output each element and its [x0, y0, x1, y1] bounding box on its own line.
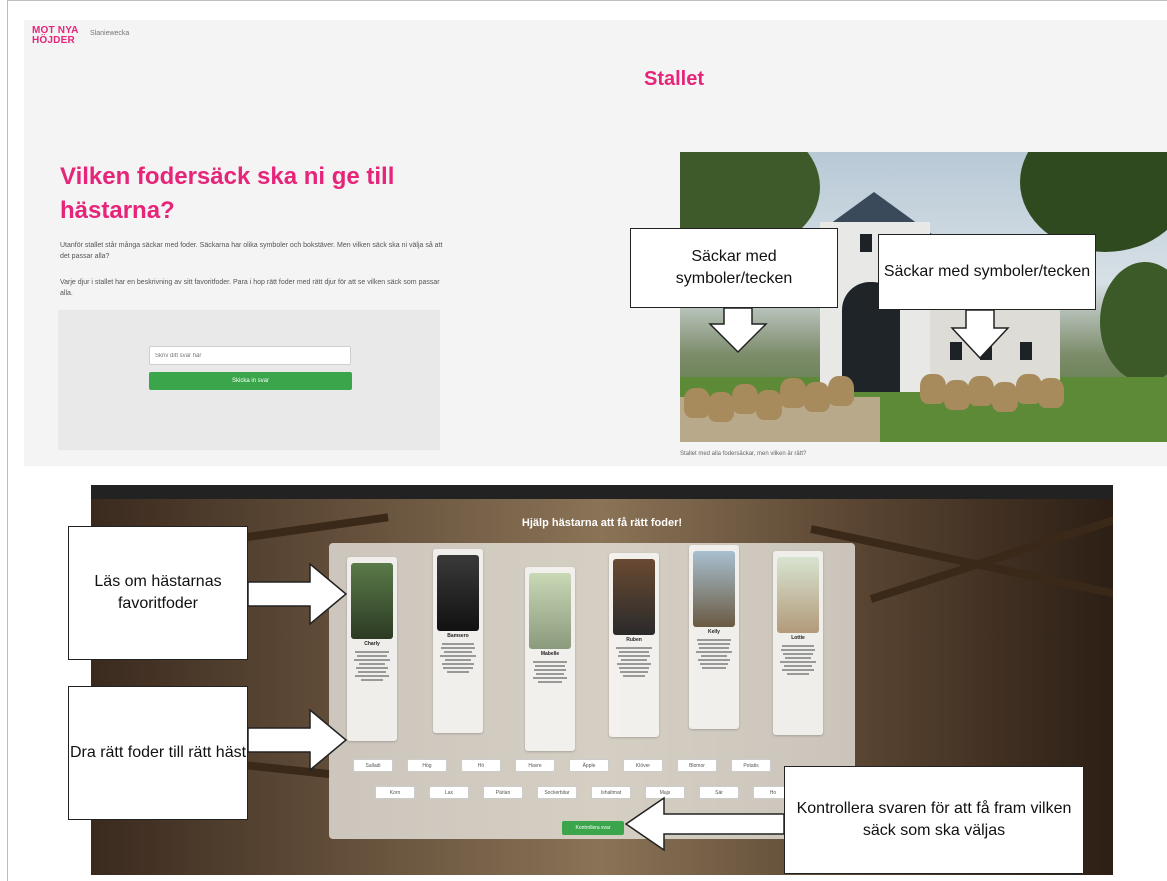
callout-sacks-left: Säckar med symboler/tecken — [630, 228, 838, 308]
sack — [684, 388, 710, 418]
horse-name: Charly — [364, 641, 380, 647]
intro-paragraph-1: Utanför stallet står många säckar med fo… — [60, 242, 443, 260]
submit-answer-button[interactable]: Skicka in svar — [149, 372, 352, 390]
arrow-right-icon — [247, 562, 348, 626]
callout-check-answers: Kontrollera svaren för att få fram vilke… — [784, 766, 1084, 874]
headline: Vilken fodersäck ska ni ge till hästarna… — [60, 163, 395, 224]
horse-description — [695, 637, 733, 671]
food-item[interactable]: Sockerbitar — [537, 786, 577, 799]
sack — [732, 384, 758, 414]
horse-name: Mabelle — [540, 651, 560, 657]
page-title: Stallet — [644, 68, 705, 90]
arrow-right-icon — [247, 708, 348, 772]
arrow-left-icon — [624, 796, 785, 852]
check-answers-button[interactable]: Kontrollera svar — [562, 821, 624, 835]
sack — [756, 390, 782, 420]
food-item[interactable]: Pärlan — [483, 786, 523, 799]
horse-image — [613, 559, 655, 635]
horse-name: Ruben — [626, 637, 642, 643]
game-panel: Charly Bamsero Mabelle Ruben Kelly Lotti… — [329, 543, 855, 839]
food-item[interactable]: Korn — [375, 786, 415, 799]
intro-paragraph-2: Varje djur i stallet har en beskrivning … — [60, 279, 440, 297]
horse-description — [531, 659, 569, 685]
horse-image — [437, 555, 479, 631]
barn-window — [1020, 342, 1032, 360]
food-item[interactable]: Lax — [429, 786, 469, 799]
horse-description — [439, 641, 477, 675]
horse-card[interactable]: Lottie — [773, 551, 823, 735]
horse-name: Bamsero — [447, 633, 469, 639]
barn-window — [860, 234, 872, 252]
arrow-down-icon — [708, 307, 768, 354]
horse-card[interactable]: Kelly — [689, 545, 739, 729]
food-item[interactable]: Klöver — [623, 759, 663, 772]
answer-form: Skicka in svar — [58, 310, 440, 450]
callout-read-horses: Läs om hästarnas favoritfoder — [68, 526, 248, 660]
horse-image — [351, 563, 393, 639]
horse-description — [779, 643, 817, 677]
food-item[interactable]: Havre — [515, 759, 555, 772]
game-topbar — [91, 485, 1113, 499]
horse-card[interactable]: Charly — [347, 557, 397, 741]
sack — [828, 376, 854, 406]
horse-description — [615, 645, 653, 679]
callout-drag-food: Dra rätt foder till rätt häst — [68, 686, 248, 820]
sack — [968, 376, 994, 406]
horse-image — [777, 557, 819, 633]
horse-name: Lottie — [791, 635, 805, 641]
sack — [920, 374, 946, 404]
horse-name: Kelly — [708, 629, 720, 635]
food-item[interactable]: Potatis — [731, 759, 771, 772]
horse-card[interactable]: Mabelle — [525, 567, 575, 751]
food-item[interactable]: Hög — [407, 759, 447, 772]
sack — [780, 378, 806, 408]
horse-image — [529, 573, 571, 649]
sack — [1038, 378, 1064, 408]
horse-card[interactable]: Bamsero — [433, 549, 483, 733]
callout-sacks-right: Säckar med symboler/tecken — [878, 234, 1096, 310]
sack — [708, 392, 734, 422]
nav-link[interactable]: Slaniewecka — [90, 30, 129, 37]
image-caption: Stallet med alla fodersäckar, men vilken… — [680, 451, 807, 457]
answer-input[interactable] — [149, 346, 351, 365]
sack — [944, 380, 970, 410]
food-item[interactable]: Blomor — [677, 759, 717, 772]
food-item[interactable]: Äpple — [569, 759, 609, 772]
horse-description — [353, 649, 391, 683]
sack — [804, 382, 830, 412]
tree-far-right — [1100, 262, 1167, 382]
horse-card[interactable]: Ruben — [609, 553, 659, 737]
horse-image — [693, 551, 735, 627]
sack — [992, 382, 1018, 412]
arrow-down-icon — [950, 309, 1010, 360]
food-item[interactable]: Hö — [461, 759, 501, 772]
food-item[interactable]: Salladi — [353, 759, 393, 772]
site-logo[interactable]: MOT NYA HÖJDER — [32, 26, 79, 46]
